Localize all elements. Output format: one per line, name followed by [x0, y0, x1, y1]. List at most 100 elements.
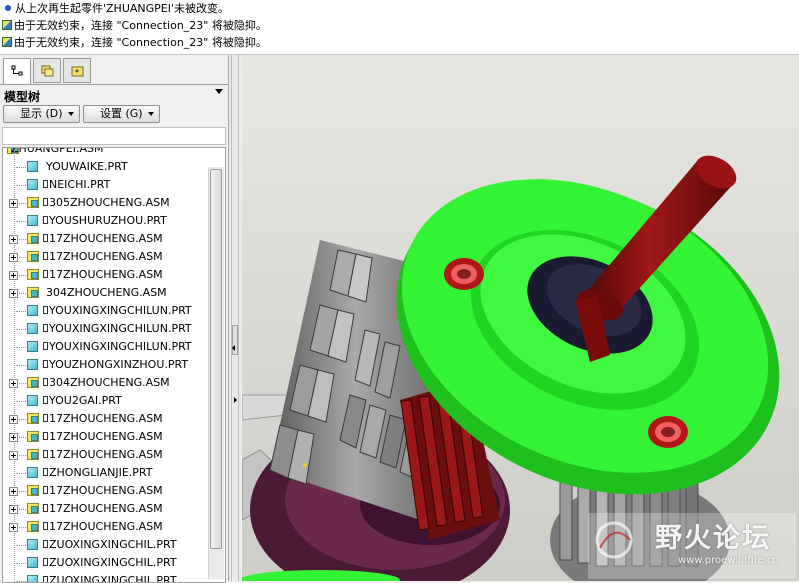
tree-item-label: 17ZHOUCHENG.ASM [49, 232, 163, 245]
expand-icon[interactable] [9, 523, 18, 532]
status-flag-icon [43, 540, 48, 548]
model-rendering [242, 55, 799, 581]
settings-button[interactable]: 设置 (G) [83, 105, 160, 123]
expand-icon[interactable] [9, 289, 18, 298]
tree-item[interactable]: 17ZHOUCHENG.ASM [3, 428, 207, 446]
chevron-down-icon [148, 112, 154, 116]
tree-item[interactable]: YOUWAIKE.PRT [3, 158, 207, 176]
tab-model-tree[interactable] [3, 58, 31, 85]
tree-item[interactable]: 17ZHOUCHENG.ASM [3, 482, 207, 500]
tree-item[interactable]: 17ZHOUCHENG.ASM [3, 518, 207, 536]
info-dot-icon [5, 5, 11, 11]
assembly-icon [27, 431, 39, 442]
status-flag-icon [43, 486, 48, 494]
part-icon [27, 323, 38, 334]
folder-browser-icon [41, 65, 54, 77]
tree-filter-field[interactable] [2, 127, 226, 145]
expand-icon[interactable] [9, 253, 18, 262]
message-text: 由于无效约束，连接 "Connection_23" 将被隐抑。 [14, 36, 267, 49]
assembly-icon [27, 233, 39, 244]
part-icon [27, 575, 38, 582]
tree-item[interactable]: 17ZHOUCHENG.ASM [3, 266, 207, 284]
expand-icon[interactable] [9, 199, 18, 208]
tree-item[interactable]: 17ZHOUCHENG.ASM [3, 248, 207, 266]
assembly-icon [27, 197, 39, 208]
watermark-text: 野火论坛 [655, 523, 771, 554]
expand-icon[interactable] [9, 433, 18, 442]
part-icon [27, 467, 38, 478]
tree-item-label: 17ZHOUCHENG.ASM [49, 250, 163, 263]
tree-item-label: ZHONGLIANJIE.PRT [49, 466, 153, 479]
tree-item-label: 304ZHOUCHENG.ASM [49, 376, 170, 389]
expand-icon[interactable] [9, 379, 18, 388]
tree-item[interactable]: YOUSHURUZHOU.PRT [3, 212, 207, 230]
tree-item[interactable]: 17ZHOUCHENG.ASM [3, 446, 207, 464]
expand-icon[interactable] [9, 451, 18, 460]
tree-item-label: 17ZHOUCHENG.ASM [49, 502, 163, 515]
tree-item[interactable]: 17ZHOUCHENG.ASM [3, 410, 207, 428]
assembly-icon [27, 251, 39, 262]
tree-item[interactable]: 17ZHOUCHENG.ASM [3, 500, 207, 518]
assembly-icon [27, 485, 39, 496]
tree-item[interactable]: YOUZHONGXINZHOU.PRT [3, 356, 207, 374]
status-flag-icon [43, 342, 48, 350]
show-button[interactable]: 显示 (D) [3, 105, 80, 123]
tree-item-label: YOU2GAI.PRT [49, 394, 122, 407]
expand-right-icon[interactable] [234, 397, 237, 403]
tree-item[interactable]: YOUXINGXINGCHILUN.PRT [3, 302, 207, 320]
tree-item-label: ZUOXINGXINGCHIL.PRT [49, 538, 177, 551]
part-icon [27, 341, 38, 352]
part-icon [27, 395, 38, 406]
part-icon [27, 557, 38, 568]
status-flag-icon [43, 234, 48, 242]
status-flag-icon [43, 396, 48, 404]
expand-icon[interactable] [9, 271, 18, 280]
status-flag-icon [43, 216, 48, 224]
pane-sash[interactable] [229, 55, 241, 581]
assembly-icon [27, 449, 39, 460]
part-icon [27, 305, 38, 316]
status-flag-icon [43, 576, 48, 582]
tree-item[interactable]: ZUOXINGXINGCHIL.PRT [3, 572, 207, 582]
tree-item[interactable]: 305ZHOUCHENG.ASM [3, 194, 207, 212]
model-tree-menu-icon[interactable] [215, 89, 223, 94]
status-flag-icon [43, 378, 48, 386]
tree-item-label: 17ZHOUCHENG.ASM [49, 268, 163, 281]
tree-item[interactable]: YOU2GAI.PRT [3, 392, 207, 410]
status-flag-icon [43, 252, 48, 260]
assembly-icon [27, 377, 39, 388]
tree-item[interactable]: ZHONGLIANJIE.PRT [3, 464, 207, 482]
tree-item[interactable]: ZUOXINGXINGCHIL.PRT [3, 536, 207, 554]
tree-item-label: 17ZHOUCHENG.ASM [49, 412, 163, 425]
expand-icon[interactable] [9, 505, 18, 514]
tree-item[interactable]: 304ZHOUCHENG.ASM [3, 284, 207, 302]
tab-folder-browser[interactable] [33, 58, 61, 83]
tree-scrollbar-thumb[interactable] [210, 169, 222, 549]
status-flag-icon [43, 306, 48, 314]
navigator-pane: * 模型树 显示 (D) 设置 (G) ZHUANGPEI.ASM YOUWAI… [0, 55, 229, 583]
tree-item[interactable]: YOUXINGXINGCHILUN.PRT [3, 338, 207, 356]
collapse-left-icon[interactable] [232, 345, 235, 351]
expand-icon[interactable] [9, 487, 18, 496]
expand-icon[interactable] [9, 415, 18, 424]
status-flag-icon [43, 360, 48, 368]
status-flag-icon [43, 198, 48, 206]
status-flag-icon [43, 324, 48, 332]
graphics-viewport[interactable]: 野火论坛 www.proewildfire.cn [242, 55, 799, 581]
tree-item[interactable]: ZUOXINGXINGCHIL.PRT [3, 554, 207, 572]
tree-item[interactable]: YOUXINGXINGCHILUN.PRT [3, 320, 207, 338]
tree-item[interactable]: NEICHI.PRT [3, 176, 207, 194]
message-text: 由于无效约束，连接 "Connection_23" 将被隐抑。 [14, 19, 267, 32]
tree-item[interactable]: 17ZHOUCHENG.ASM [3, 230, 207, 248]
expand-icon[interactable] [9, 235, 18, 244]
tab-favorites[interactable]: * [63, 58, 91, 83]
tree-item-label: YOUWAIKE.PRT [46, 160, 128, 173]
tree-scrollbar[interactable] [208, 167, 224, 579]
tree-item[interactable]: 304ZHOUCHENG.ASM [3, 374, 207, 392]
model-tree-icon [11, 65, 23, 76]
tree-item-label: YOUSHURUZHOU.PRT [49, 214, 167, 227]
show-button-label: 显示 (D) [20, 107, 63, 120]
tree-root-label: ZHUANGPEI.ASM [11, 147, 104, 155]
message-line: 由于无效约束，连接 "Connection_23" 将被隐抑。 [2, 34, 267, 51]
status-flag-icon [43, 468, 48, 476]
